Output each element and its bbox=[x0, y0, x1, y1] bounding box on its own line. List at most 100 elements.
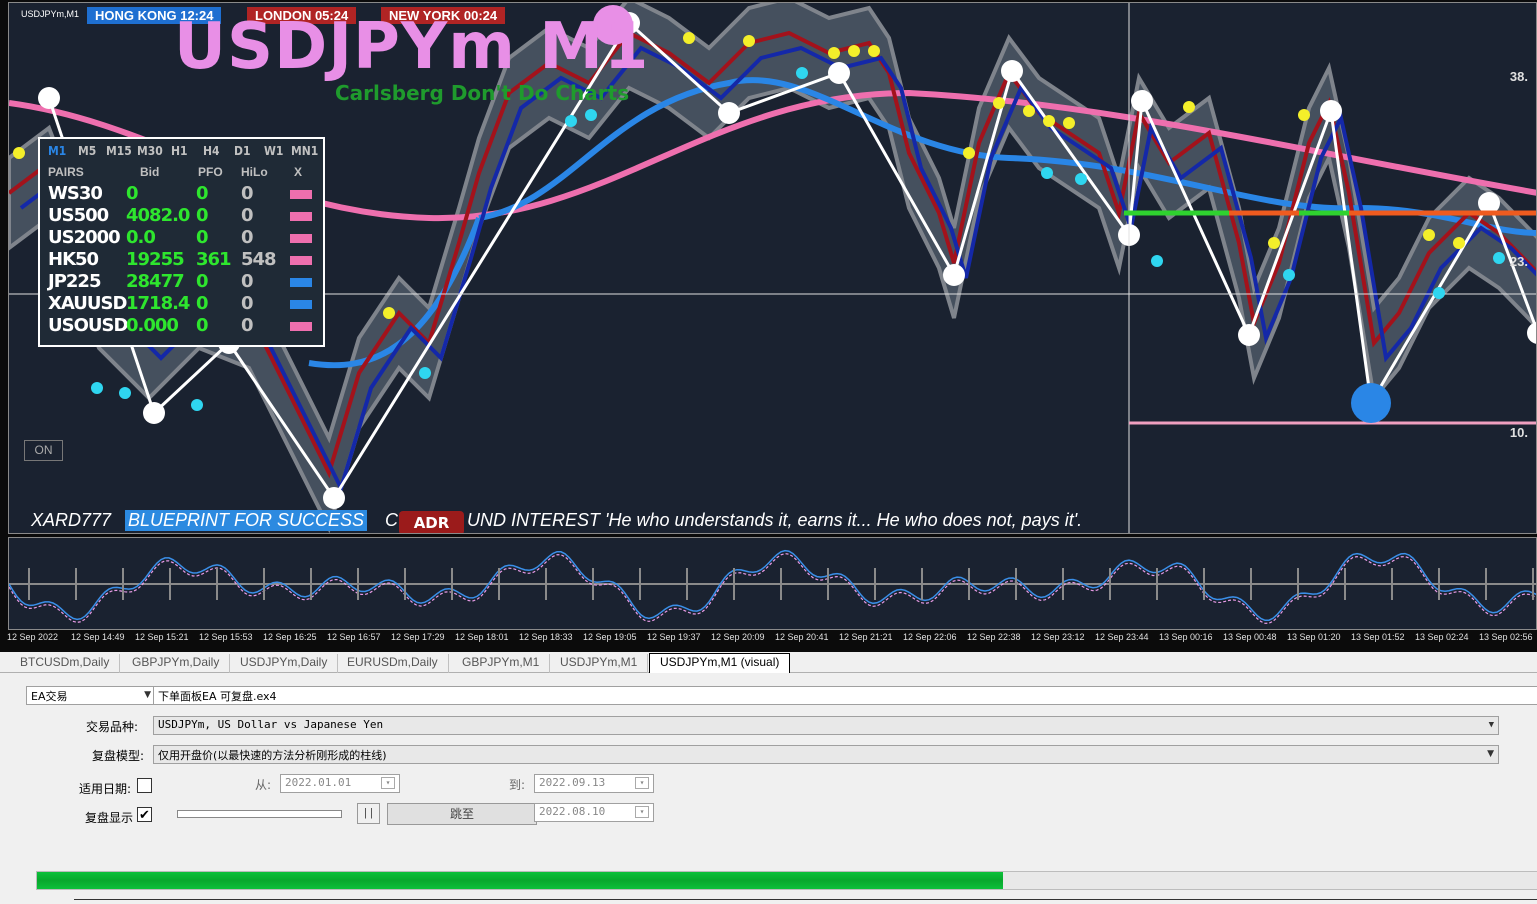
from-label: 从: bbox=[255, 778, 272, 792]
yellow-signal-dot bbox=[683, 32, 695, 44]
chart-tab[interactable]: USDJPYm,M1 (visual) bbox=[649, 653, 791, 673]
timeframe-h1[interactable]: H1 bbox=[171, 144, 188, 158]
calendar-icon[interactable]: ▾ bbox=[635, 806, 649, 818]
time-tick-label: 13 Sep 00:16 bbox=[1159, 632, 1213, 642]
yellow-signal-dot bbox=[828, 47, 840, 59]
quote-pfo: 0 bbox=[196, 271, 208, 292]
quote-pair: WS30 bbox=[48, 183, 103, 204]
ea-file-field[interactable]: 下单面板EA 可复盘.ex4 bbox=[153, 686, 1537, 705]
from-date-field[interactable]: 2022.01.01 ▾ bbox=[280, 774, 400, 793]
to-label: 到: bbox=[509, 778, 526, 792]
strategy-tester-panel: EA交易 ▼ 下单面板EA 可复盘.ex4 交易品种: USDJPYm, US … bbox=[0, 673, 1537, 904]
calendar-icon[interactable]: ▾ bbox=[381, 777, 395, 789]
main-price-chart[interactable]: USDJPYm,M1 HONG KONG 12:24 LONDON 05:24 … bbox=[8, 2, 1537, 534]
quote-bid: 1718.4 bbox=[126, 293, 190, 314]
mode-select-value: EA交易 bbox=[31, 690, 68, 703]
quote-row: US2000 0.0 0 0 bbox=[40, 227, 323, 249]
jump-date-field[interactable]: 2022.08.10 ▾ bbox=[534, 803, 654, 822]
calendar-icon[interactable]: ▾ bbox=[635, 777, 649, 789]
time-tick-label: 12 Sep 17:29 bbox=[391, 632, 445, 642]
quote-bid: 0.000 bbox=[126, 315, 179, 336]
quote-pfo: 0 bbox=[196, 227, 208, 248]
on-toggle-button[interactable]: ON bbox=[24, 440, 63, 461]
speed-slider[interactable] bbox=[177, 810, 342, 818]
use-date-checkbox[interactable] bbox=[137, 778, 152, 793]
quote-hilo: 0 bbox=[241, 205, 253, 226]
chart-tab[interactable]: GBPJPYm,Daily bbox=[122, 654, 231, 673]
quote-row: US500 4082.0 0 0 bbox=[40, 205, 323, 227]
quote-hilo: 0 bbox=[241, 315, 253, 336]
timeframe-m15[interactable]: M15 bbox=[106, 144, 132, 158]
yellow-signal-dot bbox=[848, 45, 860, 57]
time-axis: 12 Sep 2022 12 Sep 14:49 12 Sep 15:21 12 Se… bbox=[0, 630, 1537, 650]
timeframe-d1[interactable]: D1 bbox=[234, 144, 250, 158]
cyan-signal-dot bbox=[1283, 269, 1295, 281]
trend-mark bbox=[290, 234, 312, 243]
swing-point-marker bbox=[323, 487, 345, 509]
quote-pfo: 0 bbox=[196, 205, 208, 226]
timeframe-w1[interactable]: W1 bbox=[264, 144, 283, 158]
col-header-pfo: PFO bbox=[198, 165, 223, 179]
swing-point-marker bbox=[1001, 60, 1023, 82]
divider bbox=[74, 899, 1537, 900]
to-date-field[interactable]: 2022.09.13 ▾ bbox=[534, 774, 654, 793]
swing-point-marker bbox=[38, 87, 60, 109]
quote-pfo: 361 bbox=[196, 249, 232, 270]
ea-file-value: 下单面板EA 可复盘.ex4 bbox=[158, 690, 277, 703]
yellow-signal-dot bbox=[1063, 117, 1075, 129]
swing-point-marker bbox=[828, 62, 850, 84]
trend-mark bbox=[290, 300, 312, 309]
time-tick-label: 12 Sep 22:06 bbox=[903, 632, 957, 642]
quote-pair: US2000 bbox=[48, 227, 121, 248]
trend-mark bbox=[290, 278, 312, 287]
multi-pair-quote-panel: M1 M5 M15 M30 H1 H4 D1 W1 MN1 PAIRS Bid PFO HiLo… bbox=[38, 137, 325, 347]
cyan-signal-dot bbox=[1493, 252, 1505, 264]
yellow-signal-dot bbox=[1453, 237, 1465, 249]
jump-to-button[interactable]: 跳至 bbox=[387, 803, 537, 825]
symbol-label: 交易品种: bbox=[86, 720, 139, 734]
chart-tab[interactable]: USDJPYm,M1 bbox=[550, 654, 649, 673]
oscillator-slow-line bbox=[9, 552, 1536, 624]
cyan-signal-dot bbox=[796, 67, 808, 79]
yellow-signal-dot bbox=[1183, 101, 1195, 113]
yellow-signal-dot bbox=[13, 147, 25, 159]
time-tick-label: 12 Sep 16:25 bbox=[263, 632, 317, 642]
timeframe-mn1[interactable]: MN1 bbox=[291, 144, 318, 158]
time-tick-label: 12 Sep 20:41 bbox=[775, 632, 829, 642]
time-tick-label: 12 Sep 19:37 bbox=[647, 632, 701, 642]
chart-tab[interactable]: USDJPYm,Daily bbox=[230, 654, 339, 673]
timeframe-h4[interactable]: H4 bbox=[203, 144, 220, 158]
to-date-value: 2022.09.13 bbox=[539, 776, 606, 789]
footer-blueprint: BLUEPRINT FOR SUCCESS bbox=[125, 510, 368, 531]
timeframe-m1[interactable]: M1 bbox=[48, 144, 66, 158]
chart-tab[interactable]: EURUSDm,Daily bbox=[337, 654, 449, 673]
chart-tab[interactable]: GBPJPYm,M1 bbox=[452, 654, 551, 673]
timeframe-m5[interactable]: M5 bbox=[78, 144, 96, 158]
model-select[interactable]: 仅用开盘价(以最快速的方法分析刚形成的柱线) ▼ bbox=[153, 745, 1499, 764]
time-tick-label: 12 Sep 15:21 bbox=[135, 632, 189, 642]
cyan-signal-dot bbox=[1075, 173, 1087, 185]
chevron-down-icon: ▼ bbox=[144, 690, 151, 700]
col-header-pairs: PAIRS bbox=[48, 165, 84, 179]
jump-date-value: 2022.08.10 bbox=[539, 805, 606, 818]
trend-mark bbox=[290, 212, 312, 221]
cyan-signal-dot bbox=[1433, 287, 1445, 299]
symbol-select[interactable]: USDJPYm, US Dollar vs Japanese Yen ▼ bbox=[153, 716, 1499, 735]
pause-button[interactable]: | | bbox=[357, 803, 380, 824]
quote-bid: 0.0 bbox=[126, 227, 156, 248]
mode-select[interactable]: EA交易 ▼ bbox=[26, 686, 156, 705]
trend-mark bbox=[290, 190, 312, 199]
chart-tab[interactable]: BTCUSDm,Daily bbox=[10, 654, 121, 673]
price-label-middle: 23. bbox=[1509, 254, 1528, 269]
time-tick-label: 12 Sep 22:38 bbox=[967, 632, 1021, 642]
yellow-signal-dot bbox=[743, 35, 755, 47]
oscillator-panel[interactable] bbox=[8, 537, 1537, 630]
timeframe-m30[interactable]: M30 bbox=[137, 144, 163, 158]
yellow-signal-dot bbox=[383, 307, 395, 319]
visual-mode-checkbox[interactable]: ✔ bbox=[137, 807, 152, 822]
use-date-label: 适用日期: bbox=[79, 782, 132, 796]
time-tick-label: 12 Sep 23:44 bbox=[1095, 632, 1149, 642]
cyan-signal-dot bbox=[419, 367, 431, 379]
chart-window[interactable]: USDJPYm,M1 HONG KONG 12:24 LONDON 05:24 … bbox=[0, 0, 1537, 652]
time-tick-label: 12 Sep 16:57 bbox=[327, 632, 381, 642]
